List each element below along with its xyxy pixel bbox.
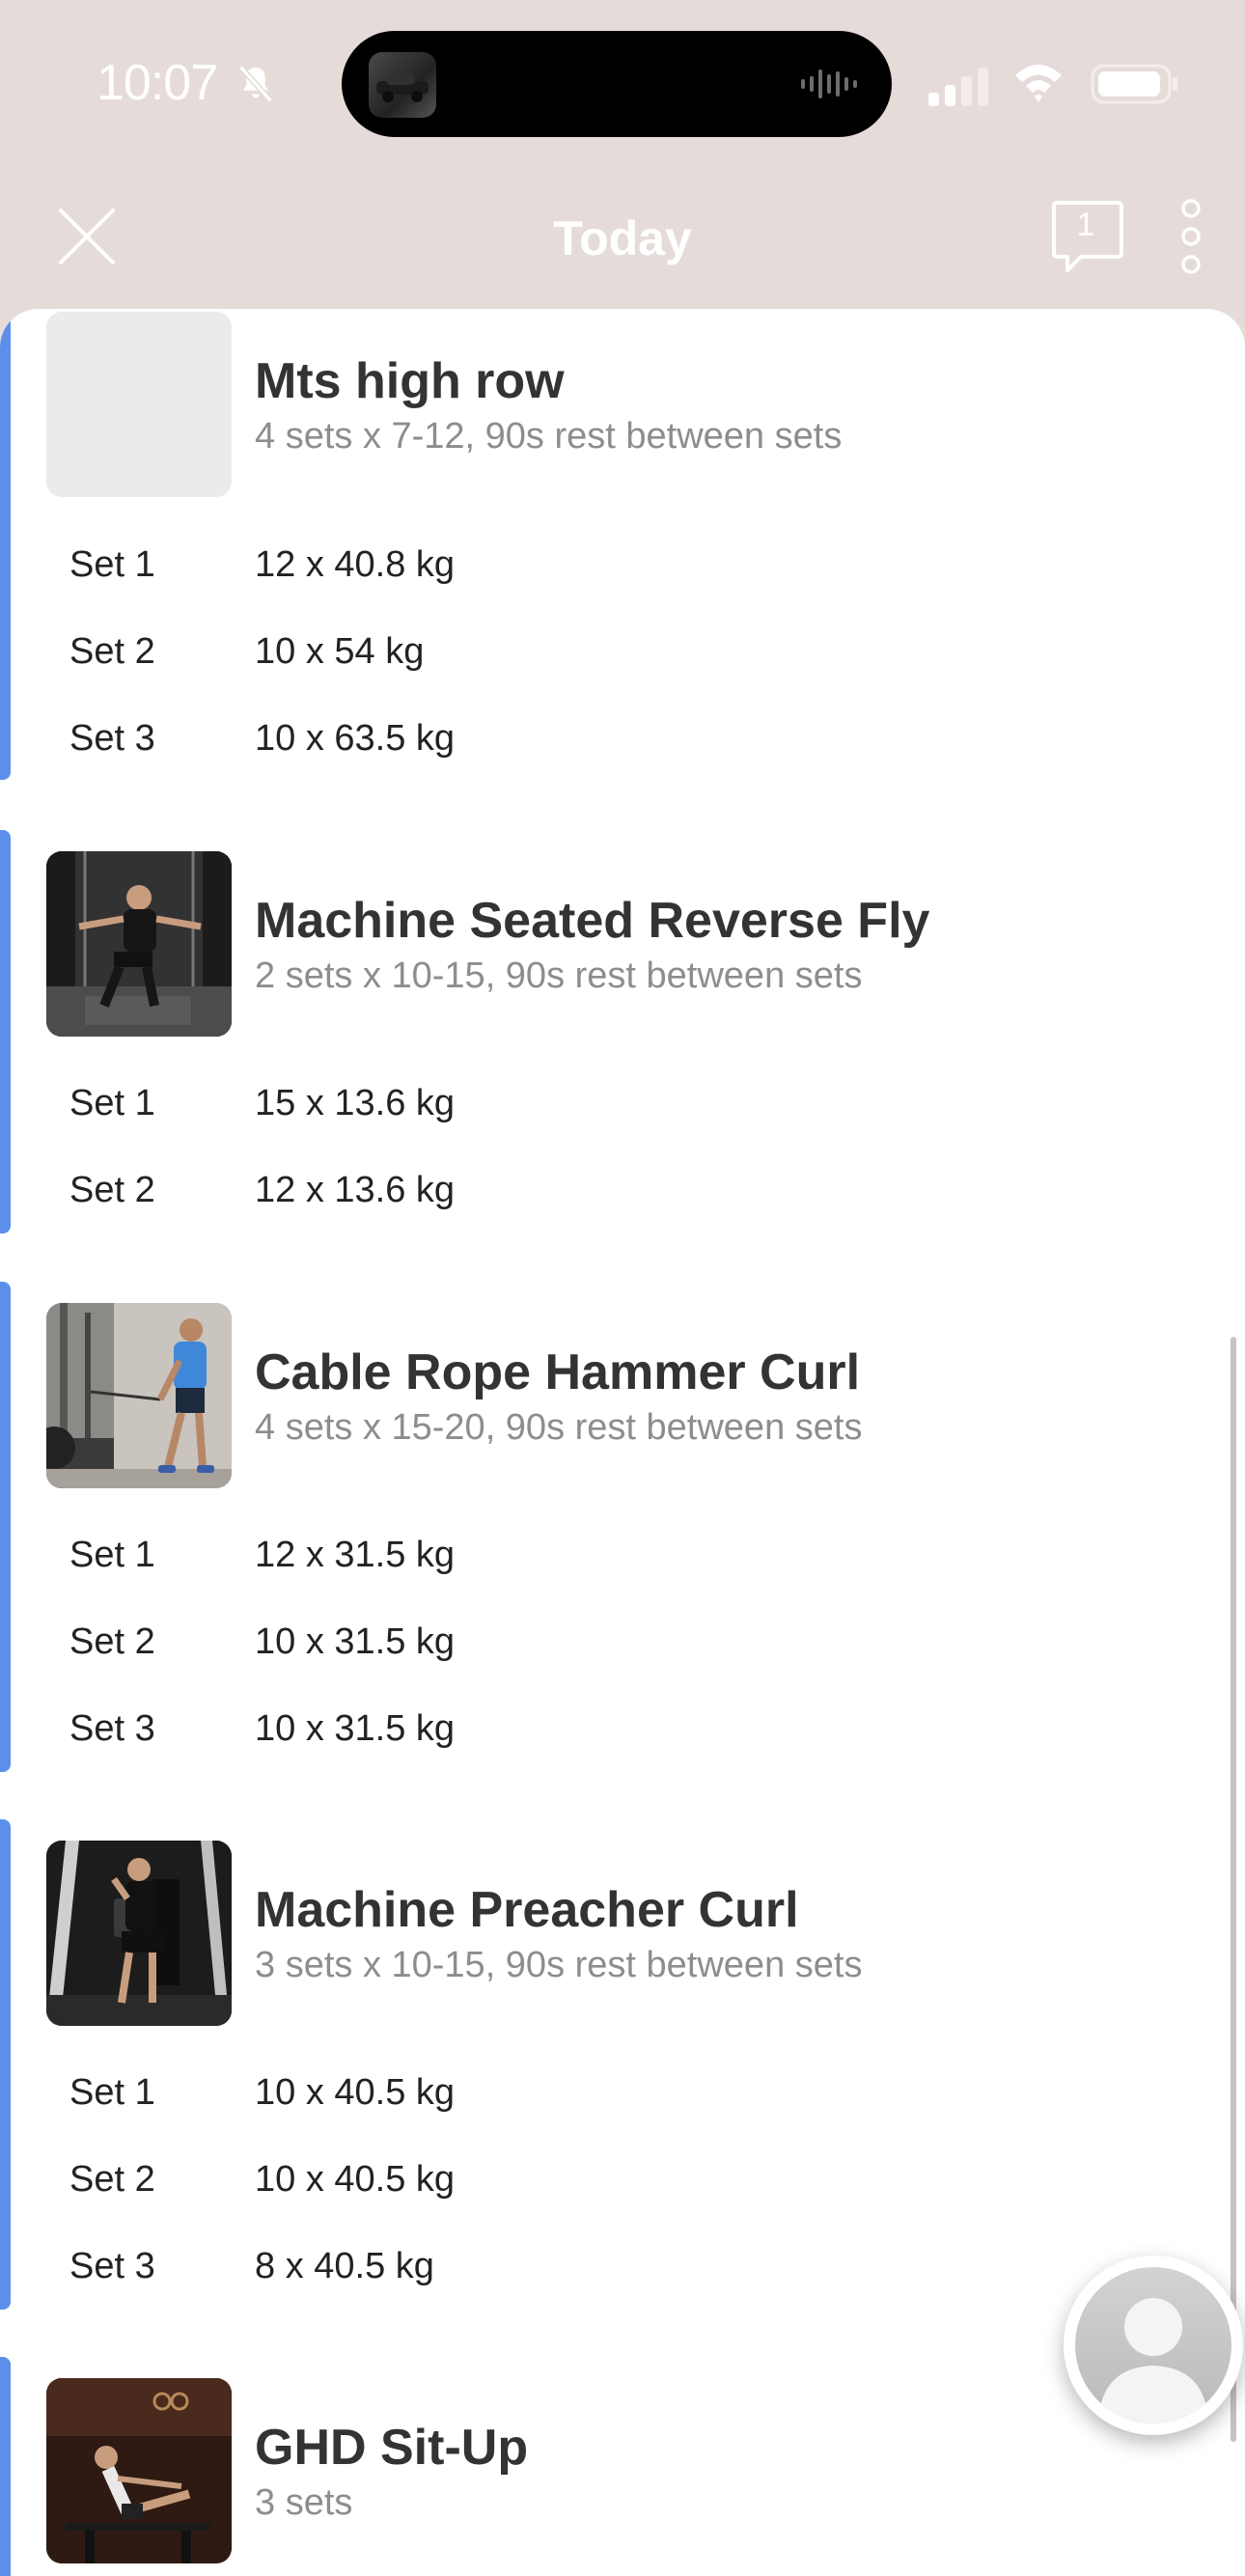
dynamic-island[interactable] bbox=[342, 31, 892, 137]
set-value: 10 x 31.5 kg bbox=[255, 1708, 456, 1749]
exercise-name[interactable]: Machine Preacher Curl bbox=[255, 1881, 799, 1939]
exercise-summary: 3 sets x 10-15, 90s rest between sets bbox=[255, 1945, 863, 1985]
coach-avatar-button[interactable] bbox=[1064, 2256, 1243, 2435]
exercise-card[interactable]: GHD Sit-Up 3 sets bbox=[0, 2357, 1245, 2576]
set-value: 10 x 31.5 kg bbox=[255, 1621, 456, 1662]
set-label: Set 1 bbox=[69, 1083, 155, 1123]
comments-button[interactable]: 1 bbox=[1050, 199, 1127, 276]
cellular-signal-icon bbox=[928, 68, 988, 106]
exercise-thumbnail[interactable] bbox=[46, 851, 232, 1037]
set-label: Set 2 bbox=[69, 1621, 155, 1662]
set-value: 12 x 40.8 kg bbox=[255, 544, 456, 585]
exercise-accent-bar bbox=[0, 2357, 11, 2576]
status-bar: 10:07 bbox=[0, 0, 1245, 164]
battery-icon bbox=[1091, 64, 1177, 104]
set-label: Set 1 bbox=[69, 544, 155, 585]
exercise-summary: 4 sets x 7-12, 90s rest between sets bbox=[255, 416, 843, 457]
set-value: 10 x 54 kg bbox=[255, 631, 425, 672]
exercise-accent-bar bbox=[0, 1819, 11, 2310]
user-silhouette-icon bbox=[1098, 2298, 1208, 2424]
comment-count-badge: 1 bbox=[1076, 207, 1095, 243]
set-label: Set 1 bbox=[69, 1535, 155, 1575]
set-label: Set 2 bbox=[69, 631, 155, 672]
wifi-icon bbox=[1015, 65, 1062, 102]
set-value: 12 x 31.5 kg bbox=[255, 1535, 456, 1575]
avatar bbox=[1075, 2267, 1231, 2424]
more-options-icon[interactable] bbox=[1170, 197, 1212, 276]
exercise-accent-bar bbox=[0, 830, 11, 1233]
exercise-name[interactable]: Mts high row bbox=[255, 352, 565, 410]
exercise-name[interactable]: Machine Seated Reverse Fly bbox=[255, 892, 929, 950]
exercise-summary: 4 sets x 15-20, 90s rest between sets bbox=[255, 1407, 863, 1448]
exercise-name[interactable]: GHD Sit-Up bbox=[255, 2419, 528, 2477]
exercise-accent-bar bbox=[0, 1282, 11, 1772]
now-playing-thumbnail bbox=[369, 52, 436, 118]
set-label: Set 1 bbox=[69, 2072, 155, 2113]
exercise-summary: 2 sets x 10-15, 90s rest between sets bbox=[255, 956, 863, 996]
set-label: Set 2 bbox=[69, 1170, 155, 1210]
exercise-card[interactable]: Mts high row 4 sets x 7-12, 90s rest bet… bbox=[0, 309, 1245, 782]
exercise-name[interactable]: Cable Rope Hammer Curl bbox=[255, 1343, 860, 1401]
set-value: 12 x 13.6 kg bbox=[255, 1170, 456, 1210]
exercise-thumbnail-placeholder[interactable] bbox=[46, 312, 232, 497]
set-label: Set 2 bbox=[69, 2159, 155, 2200]
exercise-thumbnail[interactable] bbox=[46, 1303, 232, 1488]
set-value: 10 x 63.5 kg bbox=[255, 718, 456, 759]
set-label: Set 3 bbox=[69, 1708, 155, 1749]
set-value: 15 x 13.6 kg bbox=[255, 1083, 456, 1123]
exercise-summary: 3 sets bbox=[255, 2482, 353, 2523]
bell-slash-icon bbox=[238, 65, 273, 103]
exercise-card[interactable]: Machine Seated Reverse Fly 2 sets x 10-1… bbox=[0, 830, 1245, 1235]
workout-sheet[interactable]: Mts high row 4 sets x 7-12, 90s rest bet… bbox=[0, 309, 1245, 2576]
status-time: 10:07 bbox=[97, 55, 218, 111]
set-label: Set 3 bbox=[69, 2246, 155, 2286]
scrollbar[interactable] bbox=[1231, 1337, 1236, 2442]
exercise-accent-bar bbox=[0, 309, 11, 780]
exercise-thumbnail[interactable] bbox=[46, 2378, 232, 2563]
set-value: 8 x 40.5 kg bbox=[255, 2246, 434, 2286]
set-value: 10 x 40.5 kg bbox=[255, 2159, 456, 2200]
exercise-card[interactable]: Cable Rope Hammer Curl 4 sets x 15-20, 9… bbox=[0, 1282, 1245, 1774]
set-value: 10 x 40.5 kg bbox=[255, 2072, 456, 2113]
set-label: Set 3 bbox=[69, 718, 155, 759]
exercise-card[interactable]: Machine Preacher Curl 3 sets x 10-15, 90… bbox=[0, 1819, 1245, 2312]
navigation-header: Today 1 bbox=[0, 164, 1245, 309]
audio-waveform-icon bbox=[801, 69, 857, 98]
exercise-thumbnail[interactable] bbox=[46, 1841, 232, 2026]
